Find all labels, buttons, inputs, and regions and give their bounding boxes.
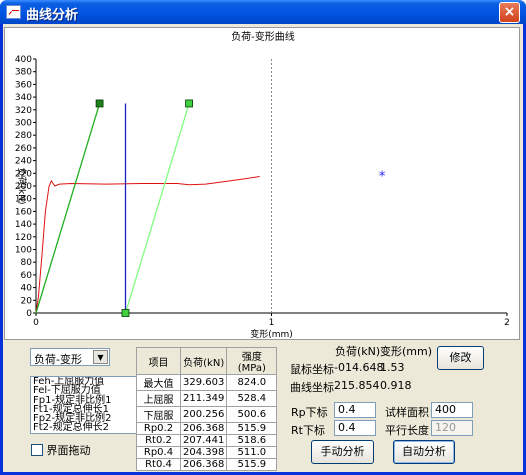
table-row: Rt0.2 207.441 518.6 xyxy=(136,434,278,447)
chevron-down-icon[interactable]: ▼ xyxy=(93,350,108,364)
curve-coord-label: 曲线坐标 xyxy=(290,381,334,394)
y-axis-label: 负荷(kN) xyxy=(16,168,28,205)
legend-list[interactable]: Feh-上屈服力值 Fel-下屈服力值 Fp1-规定非比例1 Ft1-规定总伸长1 Fp… xyxy=(30,376,140,434)
rp-input[interactable]: 0.4 xyxy=(334,402,376,418)
table-row: Rt0.4 206.368 515.9 xyxy=(136,458,278,471)
y-tick-label: 40 xyxy=(21,284,33,294)
close-button[interactable]: × xyxy=(499,2,520,23)
table-row: 下屈服 200.256 500.6 xyxy=(136,406,278,423)
manual-analysis-button[interactable]: 手动分析 xyxy=(311,440,374,464)
drag-checkbox[interactable]: 界面拖动 xyxy=(31,442,91,458)
y-tick-label: 0 xyxy=(26,309,32,319)
area-input[interactable]: 400 xyxy=(431,402,473,418)
table-row: Rp0.4 204.398 511.0 xyxy=(136,446,278,459)
y-tick-label: 160 xyxy=(15,207,32,217)
table-header: 负荷(kN) xyxy=(179,347,228,375)
rp-label: Rp下标 xyxy=(291,406,328,419)
y-tick-label: 80 xyxy=(21,258,33,268)
auto-analysis-button[interactable]: 自动分析 xyxy=(393,440,455,464)
table-cell: 206.368 xyxy=(179,422,228,435)
table-cell: 515.9 xyxy=(226,458,278,471)
load-header: 负荷(kN) xyxy=(335,345,381,358)
rt-label: Rt下标 xyxy=(291,424,325,437)
chart-panel[interactable]: 负荷-变形曲线 0 20 40 60 80 100 120 140 160 180 200 220 240… xyxy=(4,27,520,340)
table-cell: 511.0 xyxy=(226,446,278,459)
series-line-0 xyxy=(35,176,260,314)
table-cell: 最大值 xyxy=(136,374,181,391)
table-cell: 518.6 xyxy=(226,434,278,447)
table-cell: 329.603 xyxy=(179,374,228,391)
length-label: 平行长度 xyxy=(385,424,429,437)
x-tick-label: 2 xyxy=(504,318,510,328)
y-tick-label: 340 xyxy=(15,93,32,103)
rt-input[interactable]: 0.4 xyxy=(334,420,376,436)
chart-title: 负荷-变形曲线 xyxy=(231,30,295,43)
table-cell: 515.9 xyxy=(226,422,278,435)
y-tick-label: 100 xyxy=(15,246,32,256)
title-bar[interactable]: 曲线分析 × xyxy=(0,0,526,24)
y-tick-label: 120 xyxy=(15,233,32,243)
series-line-2 xyxy=(124,103,190,314)
y-tick-label: 300 xyxy=(15,119,32,129)
table-cell: 206.368 xyxy=(179,458,228,471)
y-tick-label: 380 xyxy=(15,68,32,78)
table-cell: 上屈服 xyxy=(136,390,181,407)
mouse-load-value: -014.648 xyxy=(334,361,384,374)
table-header: 项目 xyxy=(136,347,181,375)
x-tick-label: 1 xyxy=(269,318,275,328)
data-marker xyxy=(121,309,130,317)
mouse-coord-label: 鼠标坐标 xyxy=(290,363,334,376)
data-marker xyxy=(185,99,193,108)
table-cell: Rp0.2 xyxy=(136,422,181,435)
y-tick-label: 360 xyxy=(15,80,32,90)
length-input: 120 xyxy=(431,420,473,436)
y-tick-label: 280 xyxy=(15,131,32,141)
drag-checkbox-label: 界面拖动 xyxy=(46,444,91,457)
y-tick-label: 140 xyxy=(15,220,32,230)
y-tick-label: 20 xyxy=(21,296,33,306)
table-cell: 824.0 xyxy=(226,374,278,391)
table-header: 强度(MPa) xyxy=(226,347,278,375)
mode-select[interactable]: 负荷-变形 ▼ xyxy=(30,348,110,366)
y-tick-label: 260 xyxy=(15,144,32,154)
deform-header: 变形(mm) xyxy=(380,345,433,358)
y-tick-label: 400 xyxy=(15,55,32,65)
table-cell: 200.256 xyxy=(179,406,228,423)
y-tick-label: 240 xyxy=(15,157,32,167)
table-cell: 500.6 xyxy=(226,406,278,423)
window-title: 曲线分析 xyxy=(26,8,79,23)
table-cell: 下屈服 xyxy=(136,406,181,423)
table-row: Rp0.2 206.368 515.9 xyxy=(136,422,278,435)
table-cell: Rt0.4 xyxy=(136,458,181,471)
chart-app-icon xyxy=(6,5,21,19)
y-tick-label: 60 xyxy=(21,271,33,281)
curve-load-value: 215.854 xyxy=(334,379,380,392)
load-deformation-chart[interactable]: 负荷-变形曲线020406080100120140160180200220240… xyxy=(5,28,521,341)
table-row: 上屈服 211.349 528.4 xyxy=(136,390,278,407)
modify-button[interactable]: 修改 xyxy=(437,346,484,370)
checkbox-box[interactable] xyxy=(31,444,43,456)
curve-deform-value: 0.918 xyxy=(380,379,412,392)
x-axis-label: 变形(mm) xyxy=(250,328,293,340)
data-marker xyxy=(95,99,104,108)
table-cell: 204.398 xyxy=(179,446,228,459)
x-tick-label: 0 xyxy=(33,318,39,328)
table-cell: 211.349 xyxy=(179,390,228,407)
results-table: 项目 负荷(kN) 强度(MPa) 最大值 329.603 824.0 上屈服 211.34… xyxy=(136,347,278,471)
area-label: 试样面积 xyxy=(385,406,429,419)
table-row: 最大值 329.603 824.0 xyxy=(136,374,278,391)
mouse-deform-value: 1.53 xyxy=(380,361,405,374)
table-cell: Rt0.2 xyxy=(136,434,181,447)
mode-select-value: 负荷-变形 xyxy=(34,353,82,366)
table-cell: Rp0.4 xyxy=(136,446,181,459)
table-cell: 207.441 xyxy=(179,434,228,447)
asterisk-marker: * xyxy=(379,169,386,184)
table-cell: 528.4 xyxy=(226,390,278,407)
legend-list-item[interactable]: Ft2-规定总伸长2 xyxy=(31,423,139,433)
y-tick-label: 320 xyxy=(15,106,32,116)
